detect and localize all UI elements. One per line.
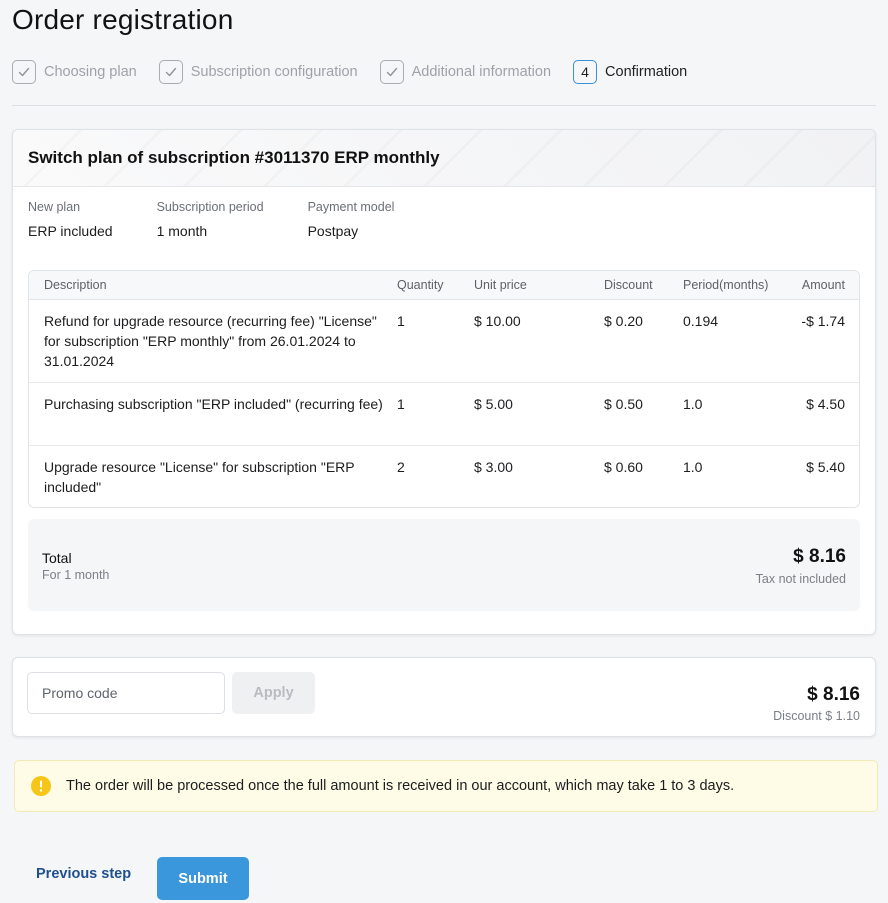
row-unit-price: $ 10.00 <box>474 313 521 329</box>
new-plan-label: New plan <box>28 200 81 214</box>
payment-model: Payment model Postpay <box>308 200 395 239</box>
promo-code-input[interactable] <box>27 672 225 714</box>
order-items-table: Description Quantity Unit price Discount… <box>28 270 860 508</box>
step-label: Choosing plan <box>44 64 137 80</box>
previous-step-button[interactable]: Previous step <box>36 866 131 882</box>
info-icon <box>31 776 51 796</box>
header-unit-price: Unit price <box>474 278 527 292</box>
step-subscription-configuration[interactable]: Subscription configuration <box>158 60 358 84</box>
header-quantity: Quantity <box>397 278 444 292</box>
card-header: Switch plan of subscription #3011370 ERP… <box>13 130 875 187</box>
row-unit-price: $ 5.00 <box>474 396 513 412</box>
page-title: Order registration <box>12 4 234 35</box>
new-plan: New plan ERP included <box>28 200 113 239</box>
row-period: 1.0 <box>683 396 703 412</box>
row-quantity: 1 <box>397 313 405 329</box>
step-number: 4 <box>573 60 598 84</box>
total-period: For 1 month <box>42 568 110 582</box>
divider <box>12 105 876 106</box>
promo-total-amount: $ 8.16 <box>807 684 860 705</box>
row-amount: $ 5.40 <box>806 459 845 475</box>
notice-text: The order will be processed once the ful… <box>66 778 735 794</box>
order-title: Switch plan of subscription #3011370 ERP… <box>28 148 440 167</box>
header-description: Description <box>44 278 107 292</box>
row-period: 1.0 <box>683 459 703 475</box>
promo-card: Apply $ 8.16 Discount $ 1.10 <box>12 657 876 737</box>
table-row: Purchasing subscription "ERP included" (… <box>29 383 859 446</box>
step-additional-information[interactable]: Additional information <box>379 60 552 84</box>
row-description: Purchasing subscription "ERP included" (… <box>44 396 383 412</box>
total-amount: $ 8.16 <box>793 546 846 567</box>
check-icon <box>379 60 404 84</box>
row-description: Upgrade resource "License" for subscript… <box>44 459 355 495</box>
payment-model-label: Payment model <box>307 200 395 214</box>
subscription-period: Subscription period 1 month <box>157 200 264 239</box>
row-unit-price: $ 3.00 <box>474 459 513 475</box>
new-plan-value: ERP included <box>28 223 113 239</box>
subscription-period-label: Subscription period <box>156 200 264 214</box>
row-quantity: 1 <box>397 396 405 412</box>
row-quantity: 2 <box>397 459 405 475</box>
header-discount: Discount <box>604 278 653 292</box>
total-box: Total For 1 month $ 8.16 Tax not include… <box>28 519 860 611</box>
step-label: Subscription configuration <box>190 64 358 80</box>
processing-notice: The order will be processed once the ful… <box>14 760 878 812</box>
step-choosing-plan[interactable]: Choosing plan <box>12 60 137 84</box>
subscription-period-value: 1 month <box>156 223 208 239</box>
row-description: Refund for upgrade resource (recurring f… <box>44 313 377 369</box>
order-summary-card: Switch plan of subscription #3011370 ERP… <box>12 129 876 635</box>
row-amount: $ 4.50 <box>806 396 845 412</box>
check-icon <box>12 60 36 84</box>
total-label: Total <box>42 550 72 566</box>
row-amount: -$ 1.74 <box>801 313 845 329</box>
step-confirmation: 4 Confirmation <box>573 60 687 84</box>
step-label: Additional information <box>411 64 552 80</box>
header-amount: Amount <box>801 278 845 292</box>
table-row: Refund for upgrade resource (recurring f… <box>29 300 859 383</box>
tax-note: Tax not included <box>755 572 846 586</box>
table-header: Description Quantity Unit price Discount… <box>29 271 859 300</box>
table-row: Upgrade resource "License" for subscript… <box>29 446 859 507</box>
row-period: 0.194 <box>683 313 719 329</box>
stepper: Choosing plan Subscription configuration… <box>12 60 709 84</box>
check-icon <box>158 60 183 84</box>
header-period: Period(months) <box>683 278 769 292</box>
step-label: Confirmation <box>605 64 688 80</box>
apply-button[interactable]: Apply <box>232 672 315 714</box>
promo-discount: Discount $ 1.10 <box>773 709 860 723</box>
row-discount: $ 0.60 <box>604 459 643 475</box>
payment-model-value: Postpay <box>307 223 359 239</box>
row-discount: $ 0.20 <box>604 313 643 329</box>
submit-button[interactable]: Submit <box>157 857 249 900</box>
row-discount: $ 0.50 <box>604 396 643 412</box>
plan-info: New plan ERP included Subscription perio… <box>28 200 438 239</box>
